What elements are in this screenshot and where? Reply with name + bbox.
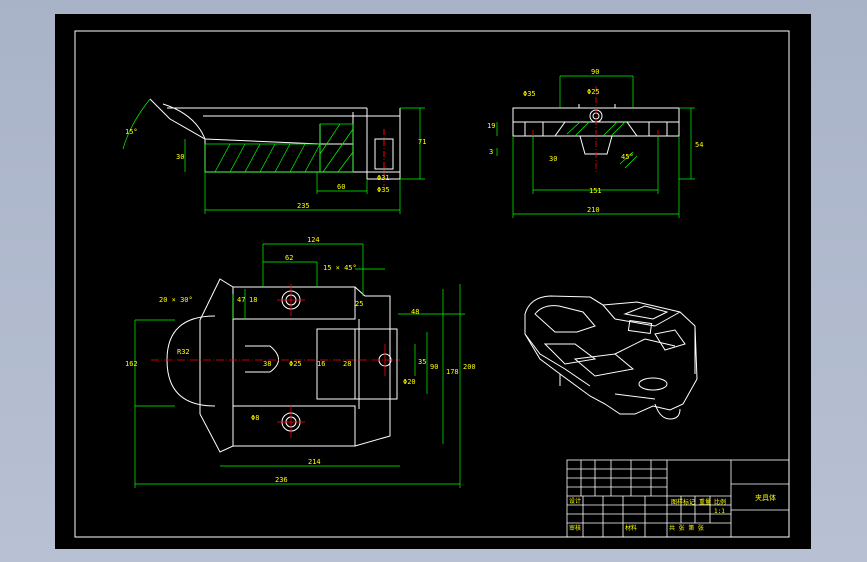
side-bore-left-label: Φ35 bbox=[523, 90, 536, 98]
plan-slot-width-label: 62 bbox=[285, 254, 293, 262]
title-scale-value: 1:1 bbox=[714, 508, 725, 515]
plan-top-width-label: 124 bbox=[307, 236, 320, 244]
plan-overall-length-label: 236 bbox=[275, 476, 288, 484]
title-drawing-mark: 图样标记 bbox=[671, 498, 695, 506]
plan-slot-length-label: 162 bbox=[125, 360, 138, 368]
engineering-drawing: 15° 30 71 60 235 Φ31 Φ35 90 Φ25 Φ35 19 3… bbox=[74, 30, 790, 538]
plan-radius-label: R32 bbox=[177, 348, 190, 356]
plan-dim-16: 16 bbox=[317, 360, 325, 368]
side-depth-label: 30 bbox=[549, 155, 557, 163]
front-angle-label: 15° bbox=[125, 128, 138, 136]
title-checker: 审核 bbox=[569, 524, 581, 532]
title-designer: 设计 bbox=[569, 497, 581, 505]
front-slot-label: 60 bbox=[337, 183, 345, 191]
plan-bore-label: Φ25 bbox=[289, 360, 302, 368]
title-sheet: 共 张 第 张 bbox=[669, 524, 704, 532]
plan-left-chamfer-label: 20 × 30° bbox=[159, 296, 193, 304]
title-part-name: 夹具体 bbox=[755, 493, 776, 502]
plan-dim-38: 38 bbox=[263, 360, 271, 368]
plan-hole-label: Φ8 bbox=[251, 414, 259, 422]
side-top-width-label: 90 bbox=[591, 68, 599, 76]
plan-dim-47: 47 bbox=[237, 296, 245, 304]
plan-chamfer-label: 15 × 45° bbox=[323, 264, 357, 272]
title-scale-label: 比例 bbox=[714, 498, 726, 506]
plan-dim-35: 35 bbox=[418, 358, 426, 366]
side-angle-label: 45° bbox=[621, 153, 634, 161]
plan-dim-178: 178 bbox=[446, 368, 459, 376]
title-material: 材料 bbox=[625, 524, 637, 532]
side-view-hatch bbox=[566, 121, 638, 169]
front-hole-a-label: Φ31 bbox=[377, 174, 390, 182]
plan-dim-18: 18 bbox=[249, 296, 257, 304]
side-left-offset-label: 19 bbox=[487, 122, 495, 130]
side-height-label: 54 bbox=[695, 141, 703, 149]
cad-viewport[interactable]: 15° 30 71 60 235 Φ31 Φ35 90 Φ25 Φ35 19 3… bbox=[55, 14, 811, 549]
plan-dim-90: 90 bbox=[430, 363, 438, 371]
section-hatch bbox=[204, 123, 354, 173]
side-base-offset-label: 3 bbox=[489, 148, 493, 156]
front-view bbox=[149, 98, 401, 186]
plan-dim-200: 200 bbox=[463, 363, 476, 371]
front-height-label: 71 bbox=[418, 138, 426, 146]
plan-dim-25: 25 bbox=[355, 300, 363, 308]
front-height-left-label: 30 bbox=[176, 153, 184, 161]
side-bottom-width-label: 151 bbox=[589, 187, 602, 195]
front-length-label: 235 bbox=[297, 202, 310, 210]
title-weight: 重量 bbox=[699, 498, 711, 506]
side-bore-top-label: Φ25 bbox=[587, 88, 600, 96]
plan-dim-28: 28 bbox=[343, 360, 351, 368]
side-overall-width-label: 210 bbox=[587, 206, 600, 214]
front-hole-b-label: Φ35 bbox=[377, 186, 390, 194]
plan-bore-small-label: Φ20 bbox=[403, 378, 416, 386]
plan-dim-48: 48 bbox=[411, 308, 419, 316]
isometric-view bbox=[524, 295, 698, 420]
plan-bottom-inner-label: 214 bbox=[308, 458, 321, 466]
drawing-border bbox=[74, 30, 790, 538]
